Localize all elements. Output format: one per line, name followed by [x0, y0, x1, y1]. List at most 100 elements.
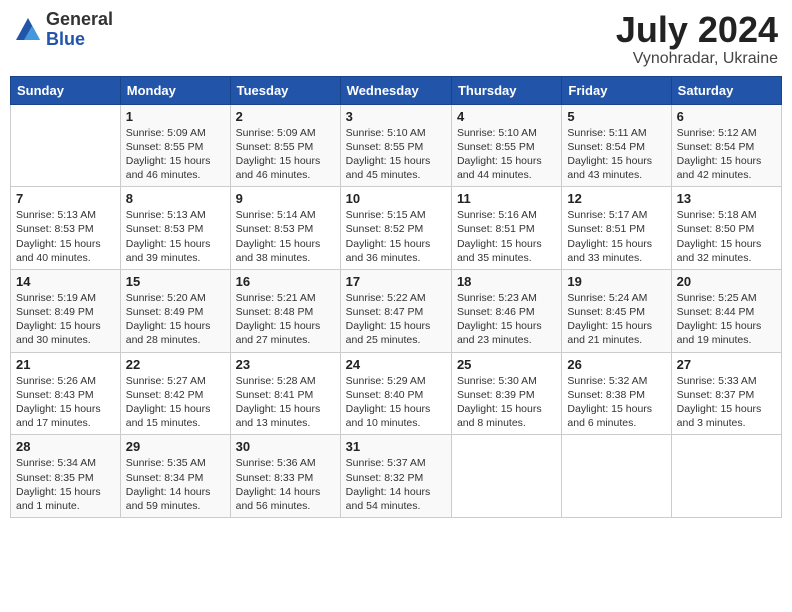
day-info: Sunrise: 5:16 AM Sunset: 8:51 PM Dayligh… — [457, 208, 556, 265]
table-row: 1 Sunrise: 5:09 AM Sunset: 8:55 PM Daylig… — [120, 104, 230, 187]
calendar-week-2: 7 Sunrise: 5:13 AM Sunset: 8:53 PM Daylig… — [11, 187, 782, 270]
day-number: 1 — [126, 109, 225, 124]
day-info: Sunrise: 5:23 AM Sunset: 8:46 PM Dayligh… — [457, 291, 556, 348]
table-row: 29Sunrise: 5:35 AM Sunset: 8:34 PM Dayli… — [120, 435, 230, 518]
calendar-week-4: 21Sunrise: 5:26 AM Sunset: 8:43 PM Dayli… — [11, 352, 782, 435]
table-row: 9 Sunrise: 5:14 AM Sunset: 8:53 PM Daylig… — [230, 187, 340, 270]
day-info: Sunrise: 5:09 AM Sunset: 8:55 PM Dayligh… — [236, 126, 335, 183]
day-number: 15 — [126, 274, 225, 289]
day-number: 31 — [346, 439, 446, 454]
day-info: Sunrise: 5:34 AM Sunset: 8:35 PM Dayligh… — [16, 456, 115, 513]
day-number: 12 — [567, 191, 665, 206]
table-row: 8 Sunrise: 5:13 AM Sunset: 8:53 PM Daylig… — [120, 187, 230, 270]
logo-blue: Blue — [46, 30, 113, 50]
logo: General Blue — [14, 10, 113, 50]
calendar-week-5: 28 Sunrise: 5:34 AM Sunset: 8:35 PM Dayli… — [11, 435, 782, 518]
day-info: Sunrise: 5:17 AM Sunset: 8:51 PM Dayligh… — [567, 208, 665, 265]
table-row: 30 Sunrise: 5:36 AM Sunset: 8:33 PM Dayli… — [230, 435, 340, 518]
day-info: Sunrise: 5:29 AM Sunset: 8:40 PM Dayligh… — [346, 374, 446, 431]
table-row: 18 Sunrise: 5:23 AM Sunset: 8:46 PM Dayli… — [451, 269, 561, 352]
day-number: 10 — [346, 191, 446, 206]
day-number: 24 — [346, 357, 446, 372]
weekday-header-friday: Friday — [562, 76, 671, 104]
location: Vynohradar, Ukraine — [616, 50, 778, 68]
day-info: Sunrise: 5:32 AM Sunset: 8:38 PM Dayligh… — [567, 374, 665, 431]
table-row — [11, 104, 121, 187]
calendar-table: SundayMondayTuesdayWednesdayThursdayFrid… — [10, 76, 782, 518]
day-number: 16 — [236, 274, 335, 289]
calendar-week-3: 14 Sunrise: 5:19 AM Sunset: 8:49 PM Dayli… — [11, 269, 782, 352]
table-row: 3 Sunrise: 5:10 AM Sunset: 8:55 PM Daylig… — [340, 104, 451, 187]
table-row: 2 Sunrise: 5:09 AM Sunset: 8:55 PM Daylig… — [230, 104, 340, 187]
calendar-week-1: 1 Sunrise: 5:09 AM Sunset: 8:55 PM Daylig… — [11, 104, 782, 187]
day-info: Sunrise: 5:15 AM Sunset: 8:52 PM Dayligh… — [346, 208, 446, 265]
table-row: 25 Sunrise: 5:30 AM Sunset: 8:39 PM Dayli… — [451, 352, 561, 435]
day-info: Sunrise: 5:10 AM Sunset: 8:55 PM Dayligh… — [346, 126, 446, 183]
day-info: Sunrise: 5:27 AM Sunset: 8:42 PM Dayligh… — [126, 374, 225, 431]
table-row: 17 Sunrise: 5:22 AM Sunset: 8:47 PM Dayli… — [340, 269, 451, 352]
title-block: July 2024 Vynohradar, Ukraine — [616, 10, 778, 68]
table-row — [451, 435, 561, 518]
weekday-header-sunday: Sunday — [11, 76, 121, 104]
day-info: Sunrise: 5:21 AM Sunset: 8:48 PM Dayligh… — [236, 291, 335, 348]
day-info: Sunrise: 5:22 AM Sunset: 8:47 PM Dayligh… — [346, 291, 446, 348]
weekday-header-saturday: Saturday — [671, 76, 781, 104]
day-number: 22 — [126, 357, 225, 372]
day-number: 29 — [126, 439, 225, 454]
table-row: 24 Sunrise: 5:29 AM Sunset: 8:40 PM Dayli… — [340, 352, 451, 435]
table-row: 4 Sunrise: 5:10 AM Sunset: 8:55 PM Daylig… — [451, 104, 561, 187]
table-row: 20 Sunrise: 5:25 AM Sunset: 8:44 PM Dayli… — [671, 269, 781, 352]
day-number: 26 — [567, 357, 665, 372]
day-info: Sunrise: 5:12 AM Sunset: 8:54 PM Dayligh… — [677, 126, 776, 183]
day-number: 30 — [236, 439, 335, 454]
day-info: Sunrise: 5:36 AM Sunset: 8:33 PM Dayligh… — [236, 456, 335, 513]
table-row: 23Sunrise: 5:28 AM Sunset: 8:41 PM Dayli… — [230, 352, 340, 435]
table-row: 7 Sunrise: 5:13 AM Sunset: 8:53 PM Daylig… — [11, 187, 121, 270]
day-number: 17 — [346, 274, 446, 289]
day-number: 13 — [677, 191, 776, 206]
day-info: Sunrise: 5:19 AM Sunset: 8:49 PM Dayligh… — [16, 291, 115, 348]
day-number: 7 — [16, 191, 115, 206]
day-number: 4 — [457, 109, 556, 124]
day-number: 14 — [16, 274, 115, 289]
day-number: 9 — [236, 191, 335, 206]
day-number: 18 — [457, 274, 556, 289]
day-info: Sunrise: 5:37 AM Sunset: 8:32 PM Dayligh… — [346, 456, 446, 513]
day-info: Sunrise: 5:18 AM Sunset: 8:50 PM Dayligh… — [677, 208, 776, 265]
day-info: Sunrise: 5:33 AM Sunset: 8:37 PM Dayligh… — [677, 374, 776, 431]
table-row: 14 Sunrise: 5:19 AM Sunset: 8:49 PM Dayli… — [11, 269, 121, 352]
table-row — [671, 435, 781, 518]
weekday-header-thursday: Thursday — [451, 76, 561, 104]
day-info: Sunrise: 5:11 AM Sunset: 8:54 PM Dayligh… — [567, 126, 665, 183]
day-number: 6 — [677, 109, 776, 124]
logo-icon — [14, 16, 42, 44]
day-number: 20 — [677, 274, 776, 289]
weekday-header-row: SundayMondayTuesdayWednesdayThursdayFrid… — [11, 76, 782, 104]
day-number: 25 — [457, 357, 556, 372]
day-number: 11 — [457, 191, 556, 206]
day-info: Sunrise: 5:25 AM Sunset: 8:44 PM Dayligh… — [677, 291, 776, 348]
day-info: Sunrise: 5:13 AM Sunset: 8:53 PM Dayligh… — [126, 208, 225, 265]
table-row: 19Sunrise: 5:24 AM Sunset: 8:45 PM Dayli… — [562, 269, 671, 352]
day-info: Sunrise: 5:13 AM Sunset: 8:53 PM Dayligh… — [16, 208, 115, 265]
day-number: 19 — [567, 274, 665, 289]
day-number: 3 — [346, 109, 446, 124]
table-row: 21Sunrise: 5:26 AM Sunset: 8:43 PM Dayli… — [11, 352, 121, 435]
day-number: 8 — [126, 191, 225, 206]
logo-general: General — [46, 10, 113, 30]
table-row: 10 Sunrise: 5:15 AM Sunset: 8:52 PM Dayli… — [340, 187, 451, 270]
day-info: Sunrise: 5:09 AM Sunset: 8:55 PM Dayligh… — [126, 126, 225, 183]
day-info: Sunrise: 5:14 AM Sunset: 8:53 PM Dayligh… — [236, 208, 335, 265]
table-row: 27Sunrise: 5:33 AM Sunset: 8:37 PM Dayli… — [671, 352, 781, 435]
day-number: 28 — [16, 439, 115, 454]
table-row: 26 Sunrise: 5:32 AM Sunset: 8:38 PM Dayli… — [562, 352, 671, 435]
day-info: Sunrise: 5:30 AM Sunset: 8:39 PM Dayligh… — [457, 374, 556, 431]
table-row: 11 Sunrise: 5:16 AM Sunset: 8:51 PM Dayli… — [451, 187, 561, 270]
weekday-header-monday: Monday — [120, 76, 230, 104]
day-number: 21 — [16, 357, 115, 372]
day-info: Sunrise: 5:20 AM Sunset: 8:49 PM Dayligh… — [126, 291, 225, 348]
day-number: 2 — [236, 109, 335, 124]
table-row: 13 Sunrise: 5:18 AM Sunset: 8:50 PM Dayli… — [671, 187, 781, 270]
day-info: Sunrise: 5:10 AM Sunset: 8:55 PM Dayligh… — [457, 126, 556, 183]
table-row: 6 Sunrise: 5:12 AM Sunset: 8:54 PM Daylig… — [671, 104, 781, 187]
